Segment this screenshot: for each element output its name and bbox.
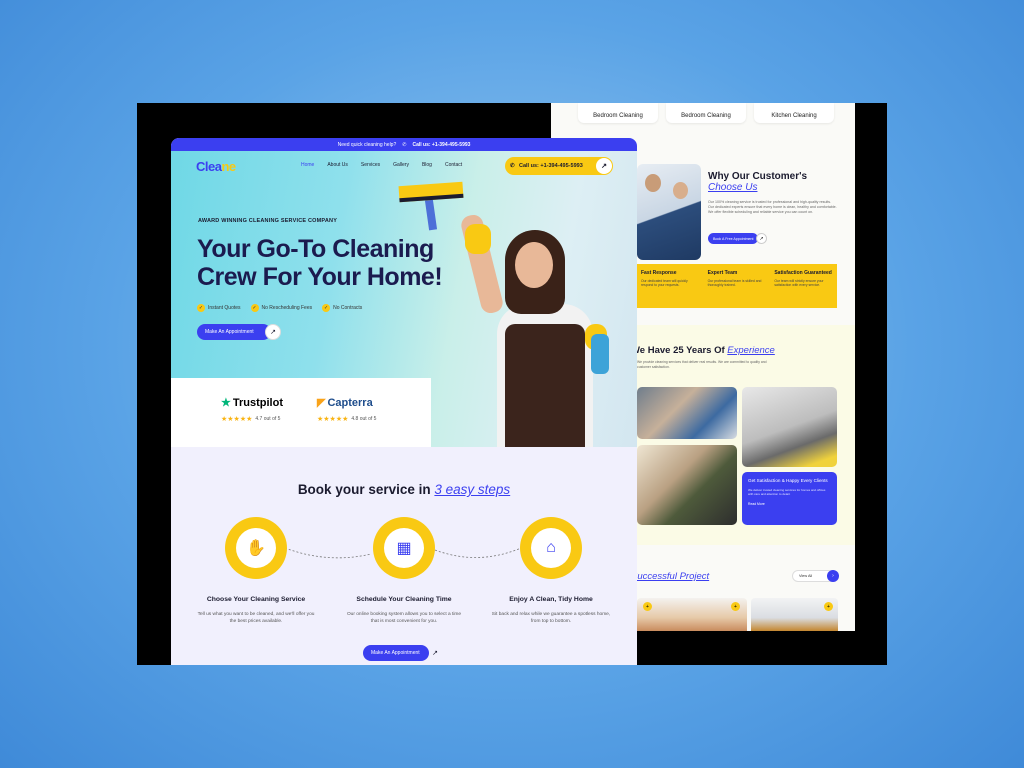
reviews-panel: ★ Trustpilot ★★★★★ 4.7 out of 5 ◤ Capterra … xyxy=(171,378,431,447)
nav-menu: Home About Us Services Gallery Blog Cont… xyxy=(301,162,462,168)
experience-card: Get Satisfaction & Happy Every Clients W… xyxy=(742,472,837,525)
steps-section: Book your service in 3 easy steps ✋ Choo… xyxy=(171,447,637,665)
steps-title: Book your service in 3 easy steps xyxy=(297,482,511,497)
feature-item: Expert Team Our professional team is ski… xyxy=(707,270,762,288)
hero-benefits: ✓ Instant Quotes ✓ No Rescheduling Fees ✓ N… xyxy=(197,304,362,312)
nav-item-home[interactable]: Home xyxy=(301,162,314,168)
gallery-image[interactable] xyxy=(637,445,737,525)
top-bar: Need quick cleaning help? ✆ Call us: +1-… xyxy=(171,138,637,151)
review-trustpilot[interactable]: ★ Trustpilot ★★★★★ 4.7 out of 5 xyxy=(221,396,283,424)
star-icon: ★ xyxy=(221,397,231,409)
calendar-icon: ▦ xyxy=(396,540,412,557)
capterra-icon: ◤ xyxy=(317,397,326,409)
hero-section: Cleane Home About Us Services Gallery Bl… xyxy=(171,151,637,447)
arrow-icon[interactable]: ↗ xyxy=(756,233,767,244)
service-cards: Bedroom Cleaning Bedroom Cleaning Kitche… xyxy=(551,103,855,133)
check-icon: ✓ xyxy=(250,304,259,312)
home-icon: ⌂ xyxy=(546,539,556,556)
rating-stars: ★★★★★ xyxy=(221,416,253,423)
service-card[interactable]: Bedroom Cleaning xyxy=(666,103,746,123)
step-item: ▦ Schedule Your Cleaning Time Our online… xyxy=(329,517,479,625)
call-button[interactable]: ✆ Call us: +1-394-495-5993 ↗ xyxy=(505,157,613,175)
topbar-phone[interactable]: Call us: +1-394-495-5993 xyxy=(412,142,470,148)
feature-item: Satisfaction Guaranteed Our team will st… xyxy=(774,270,832,288)
arrow-icon: ↗ xyxy=(265,324,281,340)
make-appointment-button[interactable]: Make An Appointment ↗ xyxy=(197,324,281,340)
logo[interactable]: Cleane xyxy=(196,159,236,174)
service-card[interactable]: Kitchen Cleaning xyxy=(754,103,834,123)
arrow-icon: ↗ xyxy=(596,158,612,174)
phone-icon: ✆ xyxy=(510,163,515,169)
benefit-item: ✓ No Contracts xyxy=(322,304,363,312)
arrow-icon: ↗ xyxy=(432,650,438,657)
check-icon: ✓ xyxy=(322,304,331,312)
hero-eyebrow: AWARD WINNING CLEANING SERVICE COMPANY xyxy=(198,218,338,224)
why-paragraph: Our 100% cleaning service is trusted for… xyxy=(708,200,837,214)
nav-item-contact[interactable]: Contact xyxy=(445,162,462,168)
plus-icon[interactable]: + xyxy=(824,602,833,611)
hero-headline: Your Go-To Cleaning Crew For Your Home! xyxy=(197,235,443,291)
read-more-link[interactable]: Read More xyxy=(748,502,831,506)
nav-item-about[interactable]: About Us xyxy=(327,162,348,168)
benefit-item: ✓ Instant Quotes xyxy=(197,304,241,312)
homepage-preview: Need quick cleaning help? ✆ Call us: +1-… xyxy=(171,138,637,665)
project-image[interactable]: + + xyxy=(637,598,747,631)
main-nav: Cleane Home About Us Services Gallery Bl… xyxy=(171,151,637,181)
experience-title: We Have 25 Years Of Experience xyxy=(631,345,775,356)
benefit-item: ✓ No Rescheduling Fees xyxy=(250,304,313,312)
step-item: ⌂ Enjoy A Clean, Tidy Home Sit back and … xyxy=(476,517,626,625)
gallery-image[interactable] xyxy=(637,387,737,439)
features-bar: Fast Response Our dedicated team will qu… xyxy=(637,264,837,308)
plus-icon[interactable]: + xyxy=(731,602,740,611)
review-capterra[interactable]: ◤ Capterra ★★★★★ 4.8 out of 5 xyxy=(317,396,376,424)
rating-stars: ★★★★★ xyxy=(317,416,349,423)
project-image[interactable]: + xyxy=(751,598,838,631)
free-appointment-button[interactable]: Book A Free Appointment xyxy=(708,233,758,244)
steps-appointment-button[interactable]: Make An Appointment ↗ xyxy=(363,645,438,661)
view-all-button[interactable]: View All › xyxy=(792,570,839,582)
team-photo xyxy=(637,164,701,260)
nav-item-gallery[interactable]: Gallery xyxy=(393,162,409,168)
feature-item: Fast Response Our dedicated team will qu… xyxy=(641,270,688,288)
nav-item-blog[interactable]: Blog xyxy=(422,162,432,168)
why-title: Why Our Customer's Choose Us xyxy=(708,171,808,193)
cleaning-hand-icon: ✋ xyxy=(246,540,266,557)
experience-subtitle: We provide cleaning services that delive… xyxy=(637,360,767,369)
nav-item-services[interactable]: Services xyxy=(361,162,380,168)
arrow-icon: › xyxy=(827,570,839,582)
projects-title: Successful Project xyxy=(631,571,710,582)
step-item: ✋ Choose Your Cleaning Service Tell us w… xyxy=(181,517,331,625)
phone-icon: ✆ xyxy=(402,141,407,148)
gallery-image[interactable] xyxy=(742,387,837,467)
plus-icon[interactable]: + xyxy=(643,602,652,611)
service-card[interactable]: Bedroom Cleaning xyxy=(578,103,658,123)
hero-image-cleaner xyxy=(398,181,637,447)
check-icon: ✓ xyxy=(197,304,205,312)
